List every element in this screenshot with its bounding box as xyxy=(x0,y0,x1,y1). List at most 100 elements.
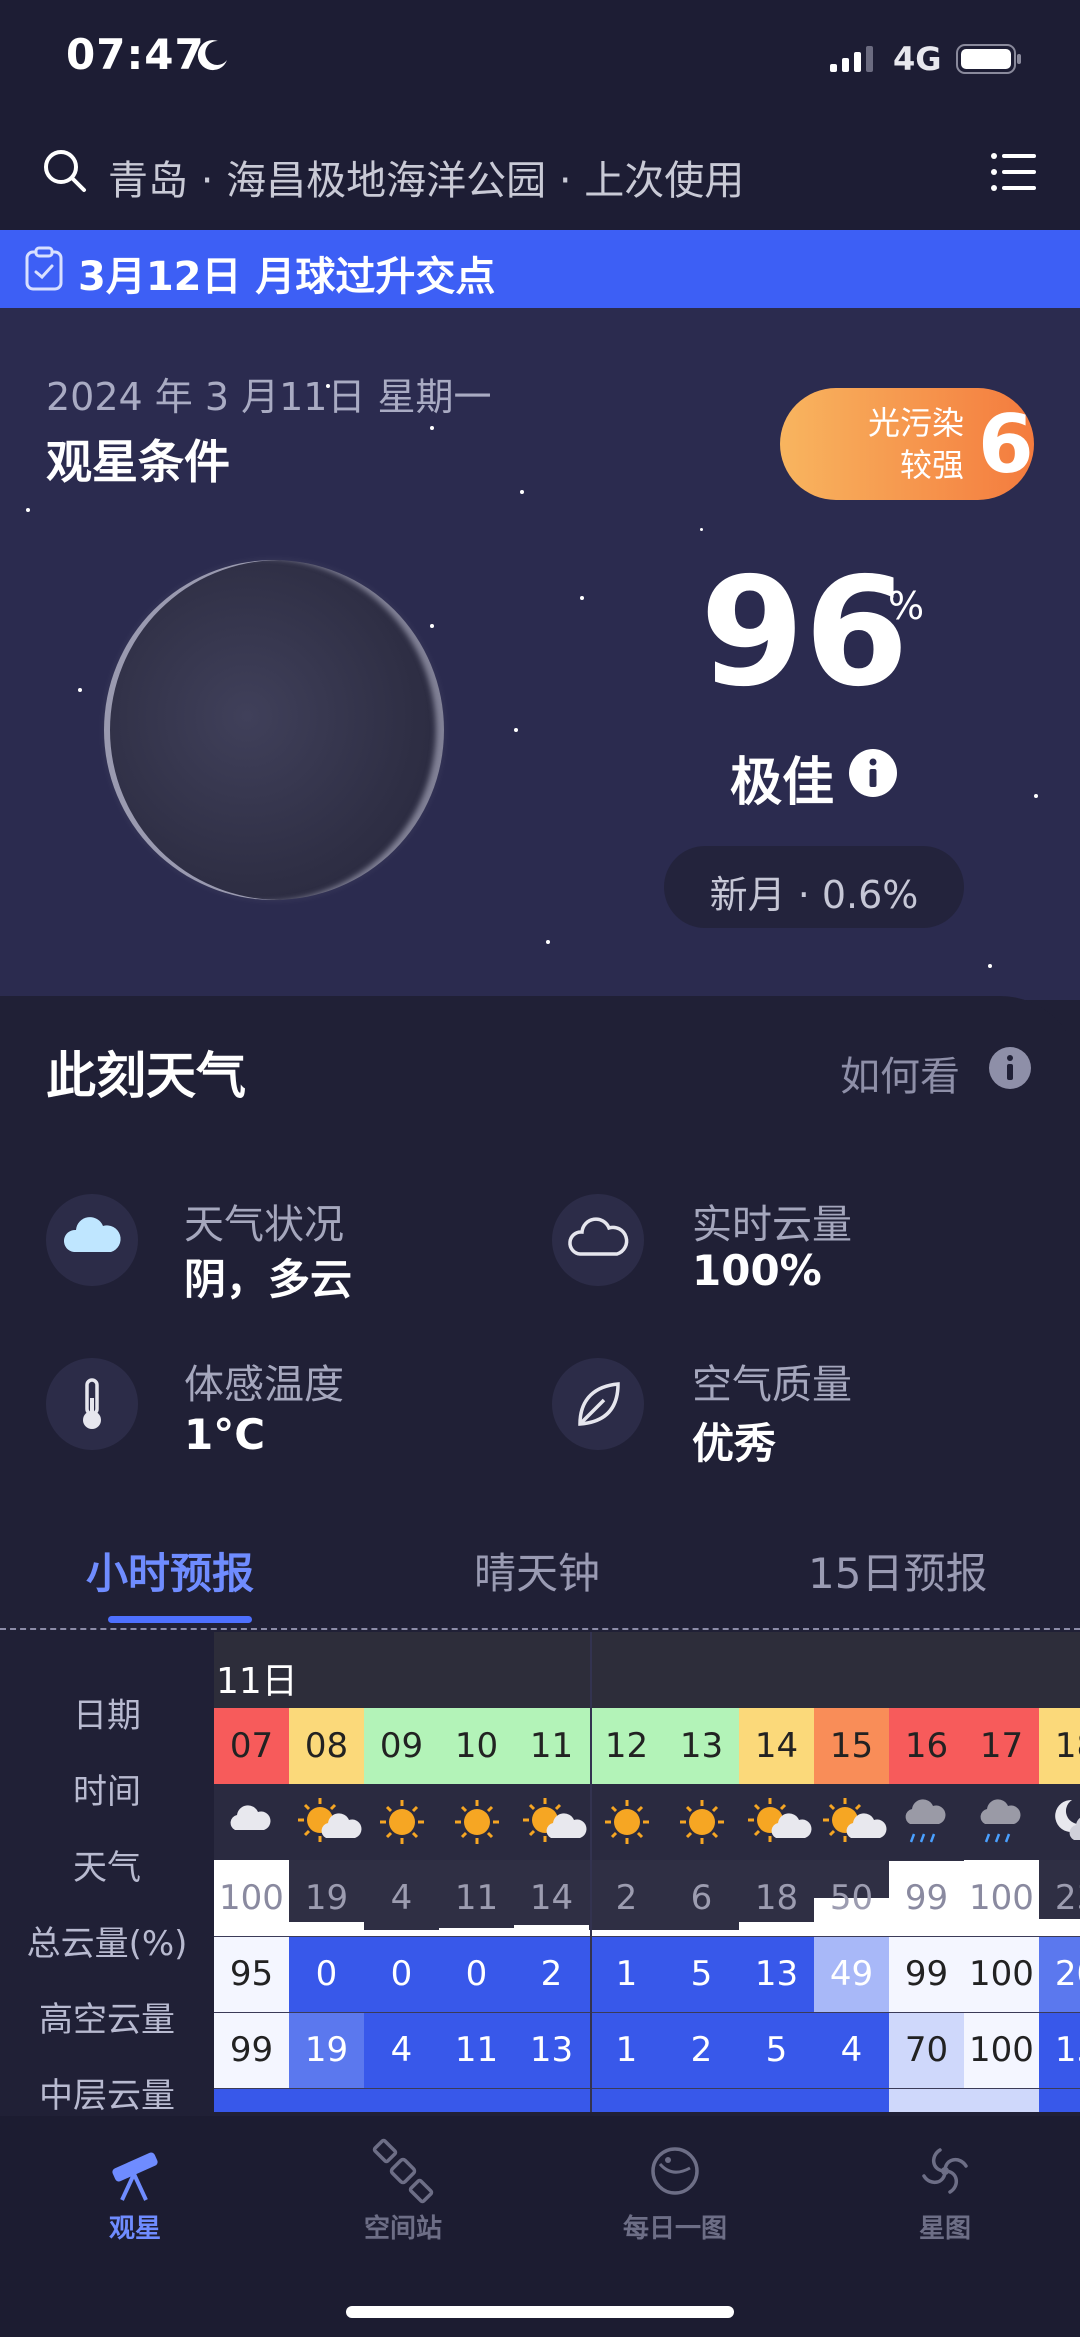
mid-cloud-cell: 4 xyxy=(364,2012,439,2088)
low-cloud-cell xyxy=(289,2088,364,2112)
weather-section-title: 此刻天气 xyxy=(46,1047,246,1105)
nav-space-station[interactable]: 空间站 xyxy=(318,2138,488,2245)
location-search-bar[interactable]: 青岛 · 海昌极地海洋公园 · 上次使用 xyxy=(0,120,1080,230)
moon-phase-text: 新月 · 0.6% xyxy=(709,873,919,917)
mid-cloud-cell: 4 xyxy=(814,2012,889,2088)
sun-cloud-icon xyxy=(814,1794,889,1854)
high-cloud-cell: 20 xyxy=(1039,1936,1080,2012)
high-cloud-cell: 100 xyxy=(964,1936,1039,2012)
list-menu-icon[interactable] xyxy=(990,150,1036,194)
weather-condition-value: 阴，多云 xyxy=(184,1255,353,1304)
tab-hourly-forecast[interactable]: 小时预报 xyxy=(86,1540,254,1601)
star xyxy=(430,624,434,628)
nav-star-map-label: 星图 xyxy=(918,2214,971,2244)
nav-observe[interactable]: 观星 xyxy=(50,2138,220,2245)
sun-icon xyxy=(589,1794,664,1854)
light-pollution-badge[interactable]: 光污染 较强 6 xyxy=(780,388,1034,500)
mid-cloud-cell: 19 xyxy=(289,2012,364,2088)
cloud-icon xyxy=(46,1194,138,1286)
star xyxy=(700,528,703,531)
mid-cloud-cell: 15 xyxy=(1039,2012,1080,2088)
air-quality-label: 空气质量 xyxy=(692,1362,852,1408)
star xyxy=(78,688,82,692)
high-cloud-cell: 95 xyxy=(214,1936,289,2012)
clipboard-check-icon xyxy=(25,246,63,291)
status-bar: 07:47 4G xyxy=(0,0,1080,120)
star xyxy=(26,508,30,512)
row-label-weather: 天气 xyxy=(73,1848,141,1888)
mid-cloud-cell: 13 xyxy=(514,2012,589,2088)
star xyxy=(546,940,550,944)
total-cloud-value: 19 xyxy=(304,1878,349,1918)
high-cloud-cell: 0 xyxy=(289,1936,364,2012)
high-cloud-cell: 49 xyxy=(814,1936,889,2012)
high-cloud-cell: 2 xyxy=(514,1936,589,2012)
feels-like-label: 体感温度 xyxy=(184,1362,344,1408)
row-label-total-cloud: 总云量(%) xyxy=(26,1924,188,1964)
info-icon[interactable] xyxy=(988,1046,1032,1090)
mid-cloud-cell: 70 xyxy=(889,2012,964,2088)
sun-cloud-icon xyxy=(514,1794,589,1854)
moon-cloud-icon xyxy=(1039,1794,1080,1854)
low-cloud-cell xyxy=(364,2088,439,2112)
nav-space-station-label: 空间站 xyxy=(363,2214,442,2244)
low-cloud-cell xyxy=(814,2088,889,2112)
tab-clear-sky-clock[interactable]: 晴天钟 xyxy=(474,1540,600,1601)
low-cloud-cell xyxy=(214,2088,289,2112)
light-pollution-value: 6 xyxy=(978,398,1034,491)
nav-star-map[interactable]: 星图 xyxy=(860,2138,1030,2245)
hour-cell: 18 xyxy=(1039,1708,1080,1784)
total-cloud-value: 6 xyxy=(690,1878,713,1918)
mid-cloud-cell: 5 xyxy=(739,2012,814,2088)
nav-daily-image-label: 每日一图 xyxy=(622,2214,727,2244)
search-icon[interactable] xyxy=(40,146,90,196)
leaf-icon xyxy=(552,1358,644,1450)
signal-icon xyxy=(830,46,873,72)
star xyxy=(580,596,584,600)
row-label-time: 时间 xyxy=(73,1772,141,1812)
sun-icon xyxy=(364,1794,439,1854)
how-to-read-link[interactable]: 如何看 xyxy=(840,1044,960,1102)
hour-cell: 15 xyxy=(814,1708,889,1784)
low-cloud-cell xyxy=(439,2088,514,2112)
high-cloud-cell: 0 xyxy=(439,1936,514,2012)
observing-score: 96 xyxy=(700,546,909,720)
moon-crescent xyxy=(104,560,444,900)
tab-15-day-forecast[interactable]: 15日预报 xyxy=(808,1540,987,1601)
hour-cell: 09 xyxy=(364,1708,439,1784)
low-cloud-cell xyxy=(514,2088,589,2112)
low-cloud-cell xyxy=(589,2088,664,2112)
bottom-tab-bar: 观星 空间站 每日一图 星图 xyxy=(0,2116,1080,2337)
observing-conditions-card: 2024 年 3 月11日 星期一 观星条件 光污染 较强 6 96 % 极佳 … xyxy=(0,308,1080,1000)
sun-icon xyxy=(664,1794,739,1854)
total-cloud-value: 50 xyxy=(829,1878,874,1918)
sun-icon xyxy=(439,1794,514,1854)
feels-like-value: 1°C xyxy=(184,1410,266,1459)
total-cloud-value: 14 xyxy=(529,1878,574,1918)
star xyxy=(1034,794,1038,798)
cloud-icon xyxy=(214,1794,289,1854)
row-label-high-cloud: 高空云量 xyxy=(39,2000,175,2040)
high-cloud-cell: 99 xyxy=(889,1936,964,2012)
battery-icon xyxy=(956,44,1021,74)
moon-phase-pill: 新月 · 0.6% xyxy=(664,846,964,928)
hour-cell: 16 xyxy=(889,1708,964,1784)
total-cloud-value: 23 xyxy=(1054,1878,1080,1918)
location-text[interactable]: 青岛 · 海昌极地海洋公园 · 上次使用 xyxy=(108,148,744,206)
event-banner[interactable]: 3月12日 月球过升交点 xyxy=(0,230,1080,308)
observing-date: 2024 年 3 月11日 星期一 xyxy=(46,375,492,419)
nav-daily-image[interactable]: 每日一图 xyxy=(590,2138,760,2245)
network-type: 4G xyxy=(893,40,942,78)
hourly-forecast-table[interactable]: 日期 时间 天气 总云量(%) 高空云量 中层云量 11日 07 100 95 99 08… xyxy=(0,1632,1080,2112)
total-cloud-value: 2 xyxy=(615,1878,638,1918)
nav-observe-label: 观星 xyxy=(108,2214,161,2244)
low-cloud-cell xyxy=(889,2088,964,2112)
cloud-cover-value: 100% xyxy=(692,1246,822,1295)
info-icon[interactable] xyxy=(848,748,898,798)
active-tab-indicator xyxy=(108,1616,252,1623)
forecast-date: 11日 xyxy=(216,1661,298,1702)
hour-cell: 10 xyxy=(439,1708,514,1784)
mid-cloud-cell: 100 xyxy=(964,2012,1039,2088)
low-cloud-cell xyxy=(664,2088,739,2112)
high-cloud-cell: 0 xyxy=(364,1936,439,2012)
